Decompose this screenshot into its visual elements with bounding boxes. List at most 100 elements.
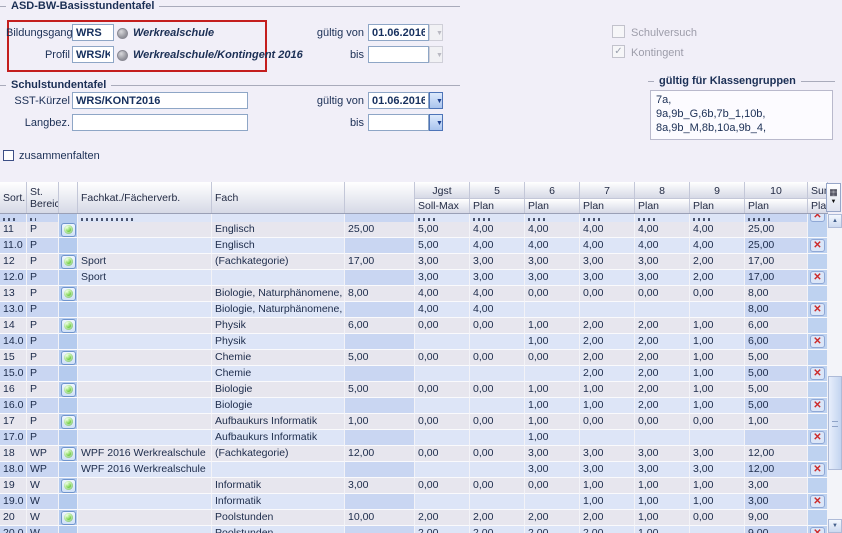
cell-p7[interactable]: 1,00 xyxy=(525,430,580,446)
cell-summe[interactable] xyxy=(745,430,808,446)
cell-sort[interactable]: 12.0 xyxy=(0,270,27,286)
cell-fach[interactable]: Englisch xyxy=(212,222,345,238)
cell-sort[interactable]: 17 xyxy=(0,414,27,430)
cell-p6[interactable]: 0,00 xyxy=(470,318,525,334)
cell-summe[interactable]: 6,00 xyxy=(745,318,808,334)
cell-summe[interactable]: 25,00 xyxy=(745,222,808,238)
scroll-up-button chevron-up-icon[interactable]: ▲ xyxy=(828,214,842,228)
schul-bis-input[interactable] xyxy=(368,114,429,131)
cell-p7[interactable] xyxy=(525,214,580,222)
cell-fach[interactable]: (Fachkategorie) xyxy=(212,446,345,462)
profil-input[interactable] xyxy=(72,46,114,63)
cell-p10[interactable]: 1,00 xyxy=(690,318,745,334)
cell-p10[interactable]: 4,00 xyxy=(690,222,745,238)
subheader-plan[interactable]: Plan xyxy=(470,199,525,213)
cell-p8[interactable]: 1,00 xyxy=(580,398,635,414)
schul-bis-dropdown chevron-down-icon[interactable]: ▼ xyxy=(429,114,443,131)
cell-p8[interactable]: 3,00 xyxy=(580,254,635,270)
cell-summe[interactable]: 25,00 xyxy=(745,238,808,254)
cell-summe[interactable]: 17,00 xyxy=(745,254,808,270)
schul-gueltig-von-input[interactable] xyxy=(368,92,429,109)
cell-p9[interactable]: 4,00 xyxy=(635,238,690,254)
vertical-scrollbar[interactable]: ▲ ▼ xyxy=(828,214,842,533)
cell-p8[interactable] xyxy=(580,302,635,318)
cell-fachkat[interactable] xyxy=(78,334,212,350)
delete-button x-icon[interactable]: ✕ xyxy=(810,335,825,348)
add-button[interactable] xyxy=(61,415,76,429)
cell-sort[interactable] xyxy=(0,214,27,222)
cell-summe[interactable]: 5,00 xyxy=(745,382,808,398)
zusammenfalten-checkbox[interactable] xyxy=(3,150,14,161)
cell-p5[interactable]: 0,00 xyxy=(415,478,470,494)
add-button[interactable] xyxy=(61,383,76,397)
cell-p6[interactable]: 0,00 xyxy=(470,350,525,366)
cell-p6[interactable]: 4,00 xyxy=(470,222,525,238)
cell-p5[interactable] xyxy=(415,494,470,510)
cell-p8[interactable]: 2,00 xyxy=(580,510,635,526)
cell-p7[interactable]: 4,00 xyxy=(525,222,580,238)
cell-p7[interactable]: 3,00 xyxy=(525,254,580,270)
cell-p8[interactable]: 4,00 xyxy=(580,222,635,238)
cell-p10[interactable]: 4,00 xyxy=(690,238,745,254)
cell-p10[interactable]: 1,00 xyxy=(690,366,745,382)
cell-summe[interactable]: 3,00 xyxy=(745,494,808,510)
cell-p6[interactable] xyxy=(470,214,525,222)
cell-sollmax[interactable]: 8,00 xyxy=(345,286,415,302)
delete-button x-icon[interactable]: ✕ xyxy=(810,527,825,533)
cell-sort[interactable]: 16 xyxy=(0,382,27,398)
cell-fachkat[interactable]: Sport xyxy=(78,254,212,270)
cell-sort[interactable]: 18 xyxy=(0,446,27,462)
cell-p5[interactable]: 2,00 xyxy=(415,526,470,533)
delete-button x-icon[interactable]: ✕ xyxy=(810,495,825,508)
cell-p5[interactable]: 4,00 xyxy=(415,302,470,318)
cell-p6[interactable]: 4,00 xyxy=(470,286,525,302)
add-button[interactable] xyxy=(61,319,76,333)
cell-p7[interactable]: 0,00 xyxy=(525,350,580,366)
cell-p9[interactable]: 3,00 xyxy=(635,462,690,478)
cell-summe[interactable] xyxy=(745,214,808,222)
cell-sollmax[interactable] xyxy=(345,494,415,510)
cell-p6[interactable]: 0,00 xyxy=(470,414,525,430)
cell-fachkat[interactable] xyxy=(78,214,212,222)
cell-sort[interactable]: 17.0 xyxy=(0,430,27,446)
cell-p5[interactable] xyxy=(415,462,470,478)
cell-p6[interactable]: 4,00 xyxy=(470,238,525,254)
sst-kuerzel-input[interactable] xyxy=(72,92,248,109)
cell-p6[interactable] xyxy=(470,494,525,510)
cell-fach[interactable]: Informatik xyxy=(212,478,345,494)
cell-summe[interactable]: 3,00 xyxy=(745,478,808,494)
cell-bereich[interactable]: W xyxy=(27,478,59,494)
cell-sollmax[interactable]: 25,00 xyxy=(345,222,415,238)
cell-fach[interactable] xyxy=(212,462,345,478)
cell-p6[interactable]: 2,00 xyxy=(470,510,525,526)
cell-sollmax[interactable] xyxy=(345,214,415,222)
cell-bereich[interactable]: W xyxy=(27,510,59,526)
cell-bereich[interactable]: W xyxy=(27,526,59,533)
cell-p8[interactable]: 4,00 xyxy=(580,238,635,254)
cell-fach[interactable]: Biologie xyxy=(212,382,345,398)
cell-sort[interactable]: 19 xyxy=(0,478,27,494)
cell-p7[interactable]: 0,00 xyxy=(525,478,580,494)
cell-fach[interactable]: Englisch xyxy=(212,238,345,254)
cell-p5[interactable]: 3,00 xyxy=(415,270,470,286)
col-header-grade-5[interactable]: 5 xyxy=(470,182,525,199)
cell-sollmax[interactable] xyxy=(345,366,415,382)
cell-p5[interactable]: 0,00 xyxy=(415,318,470,334)
cell-p7[interactable]: 1,00 xyxy=(525,334,580,350)
cell-summe[interactable]: 8,00 xyxy=(745,302,808,318)
cell-fachkat[interactable] xyxy=(78,382,212,398)
cell-p9[interactable] xyxy=(635,302,690,318)
cell-fachkat[interactable] xyxy=(78,526,212,533)
cell-summe[interactable]: 12,00 xyxy=(745,446,808,462)
cell-p7[interactable]: 2,00 xyxy=(525,526,580,533)
cell-p10[interactable] xyxy=(690,302,745,318)
cell-bereich[interactable]: P xyxy=(27,222,59,238)
cell-p8[interactable]: 2,00 xyxy=(580,318,635,334)
cell-p8[interactable]: 2,00 xyxy=(580,526,635,533)
cell-bereich[interactable]: P xyxy=(27,334,59,350)
cell-fachkat[interactable]: Sport xyxy=(78,270,212,286)
cell-p8[interactable]: 3,00 xyxy=(580,270,635,286)
cell-p9[interactable]: 4,00 xyxy=(635,222,690,238)
cell-p6[interactable]: 0,00 xyxy=(470,446,525,462)
add-button[interactable] xyxy=(61,351,76,365)
